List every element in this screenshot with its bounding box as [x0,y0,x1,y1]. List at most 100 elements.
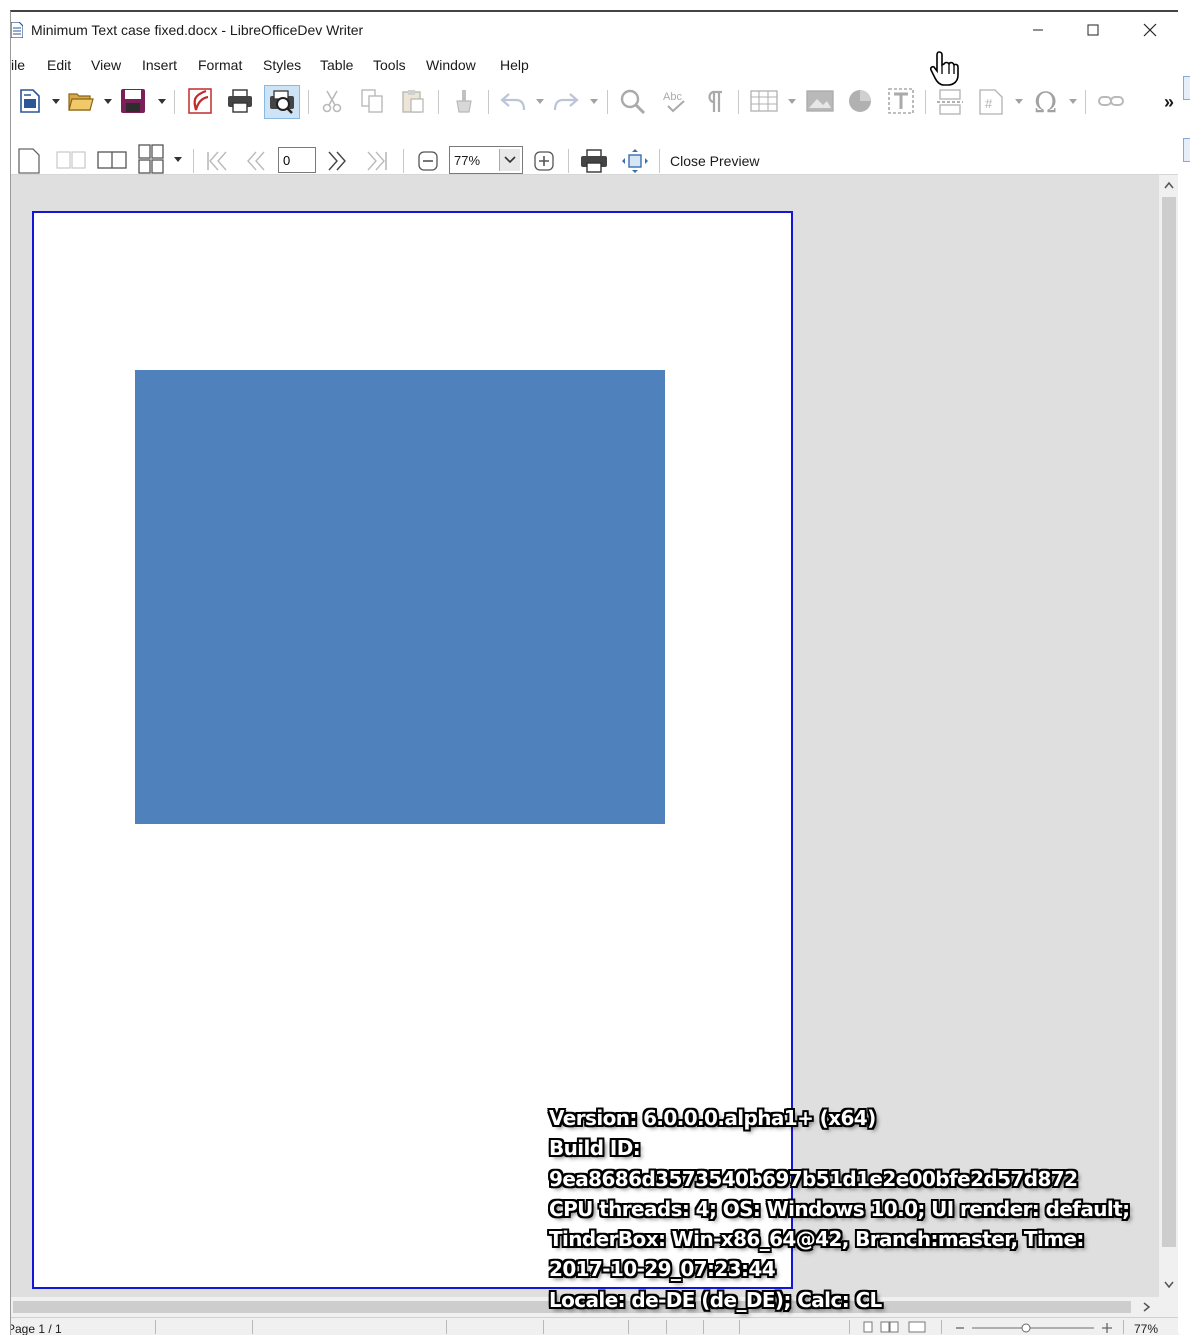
menu-view[interactable]: View [91,57,121,73]
status-bar: Page 1 / 1 77% [11,1317,1179,1335]
page-count-status[interactable]: Page 1 / 1 [11,1322,62,1335]
zoom-out-button[interactable] [415,149,441,173]
insert-special-character-button[interactable]: Ω [1029,86,1063,116]
toolbar-overflow-button[interactable]: » [1159,90,1179,114]
menu-table[interactable]: Table [320,57,353,73]
last-page-button[interactable] [363,148,391,174]
text-box-icon [888,88,914,114]
open-folder-icon [68,93,94,111]
zoom-in-icon [534,151,554,171]
menu-tools[interactable]: Tools [373,57,406,73]
close-window-button[interactable] [1127,12,1173,48]
page-number-input[interactable] [278,147,316,173]
spellcheck-icon: Abc [663,91,685,113]
zoom-combobox[interactable]: 77% [449,146,523,174]
build-info-overlay: Version: 6.0.0.0.alpha1+ (x64) Build ID:… [549,1103,1169,1315]
zoom-dropdown-button[interactable] [499,149,520,171]
new-document-button[interactable] [17,88,43,114]
first-page-icon [207,151,227,171]
standard-toolbar: Abc # Ω » [11,80,1179,124]
scroll-up-icon[interactable] [1164,181,1174,189]
special-char-dropdown-arrow-icon[interactable] [1069,99,1077,105]
book-preview-button[interactable] [96,147,128,173]
multiple-pages-dropdown-arrow-icon[interactable] [174,157,182,163]
zoom-in-button[interactable] [531,149,557,173]
adjacent-window-tab [1183,76,1190,100]
toolbar-separator [438,90,439,114]
zoom-slider[interactable] [954,1322,1114,1334]
menu-window[interactable]: Window [426,57,476,73]
insert-table-button[interactable] [749,88,779,114]
menu-format[interactable]: Format [198,57,242,73]
full-screen-icon [622,149,648,173]
minimize-button[interactable] [1015,12,1061,48]
multiple-pages-preview-button[interactable] [136,143,166,175]
print-button[interactable] [226,87,254,115]
vertical-scroll-thumb[interactable] [1162,197,1176,1247]
insert-field-button[interactable]: # [977,88,1005,116]
copy-button[interactable] [359,88,385,114]
toolbar-separator [738,90,739,114]
open-button[interactable] [67,88,95,114]
insert-chart-button[interactable] [846,88,874,114]
save-dropdown-arrow-icon[interactable] [158,99,166,105]
find-replace-button[interactable] [619,88,647,116]
full-screen-button[interactable] [619,147,651,175]
spelling-button[interactable]: Abc [661,88,689,116]
menu-edit[interactable]: Edit [47,57,71,73]
book-view-icon [97,151,127,169]
view-layout-icons[interactable] [863,1321,933,1333]
clone-formatting-button[interactable] [451,88,477,114]
field-hash-icon: # [979,89,1003,115]
previous-page-button[interactable] [242,148,270,174]
status-divider [155,1320,156,1334]
status-divider [849,1320,850,1334]
field-dropdown-arrow-icon[interactable] [1015,99,1023,105]
adjacent-window-edge [1178,10,1190,1333]
formatting-marks-button[interactable] [703,88,727,116]
insert-image-button[interactable] [805,88,835,114]
insert-page-break-button[interactable] [935,88,965,116]
menu-help[interactable]: Help [500,57,529,73]
menu-bar: ile Edit View Insert Format Styles Table… [11,48,1179,80]
redo-button[interactable] [552,88,580,114]
insert-text-box-button[interactable] [887,87,915,115]
preview-print-button[interactable] [578,147,610,175]
printer-icon [228,89,252,113]
next-page-button[interactable] [323,148,351,174]
pilcrow-icon [708,90,722,112]
redo-dropdown-arrow-icon[interactable] [590,99,598,105]
menu-file[interactable]: ile [11,57,25,73]
overlay-line-locale: Locale: de-DE (de_DE); Calc: CL [549,1287,882,1312]
maximize-button[interactable] [1070,12,1116,48]
undo-button[interactable] [499,88,527,114]
new-dropdown-arrow-icon[interactable] [52,99,60,105]
overlay-line-build-id: 9ea8686d3573540b697b51d1e2e00bfe2d57d872 [549,1166,1078,1191]
overlay-line-cpu-os: CPU threads: 4; OS: Windows 10.0; UI ren… [549,1196,1130,1221]
insert-hyperlink-button[interactable] [1095,88,1127,114]
copy-icon [361,89,383,113]
writer-document-icon [11,22,23,38]
menu-styles[interactable]: Styles [263,57,301,73]
export-pdf-button[interactable] [186,87,214,115]
toolbar-separator [308,90,309,114]
rectangle-shape[interactable] [135,370,665,824]
svg-text:Ω: Ω [1034,87,1057,115]
undo-dropdown-arrow-icon[interactable] [536,99,544,105]
menu-insert[interactable]: Insert [142,57,177,73]
two-pages-preview-button[interactable] [55,147,87,173]
print-preview-toggle-button[interactable] [264,85,300,119]
cut-button[interactable] [319,88,345,114]
toolbar-separator [403,149,404,173]
first-page-button[interactable] [203,148,231,174]
zoom-percent-status[interactable]: 77% [1134,1322,1158,1335]
toolbar-separator [488,90,489,114]
single-page-preview-button[interactable] [17,147,41,175]
paste-button[interactable] [400,88,426,114]
table-dropdown-arrow-icon[interactable] [788,99,796,105]
close-preview-button[interactable]: Close Preview [670,153,759,169]
hand-cursor-icon [930,51,959,86]
save-button[interactable] [119,87,147,115]
open-dropdown-arrow-icon[interactable] [104,99,112,105]
next-page-icon [328,151,346,171]
